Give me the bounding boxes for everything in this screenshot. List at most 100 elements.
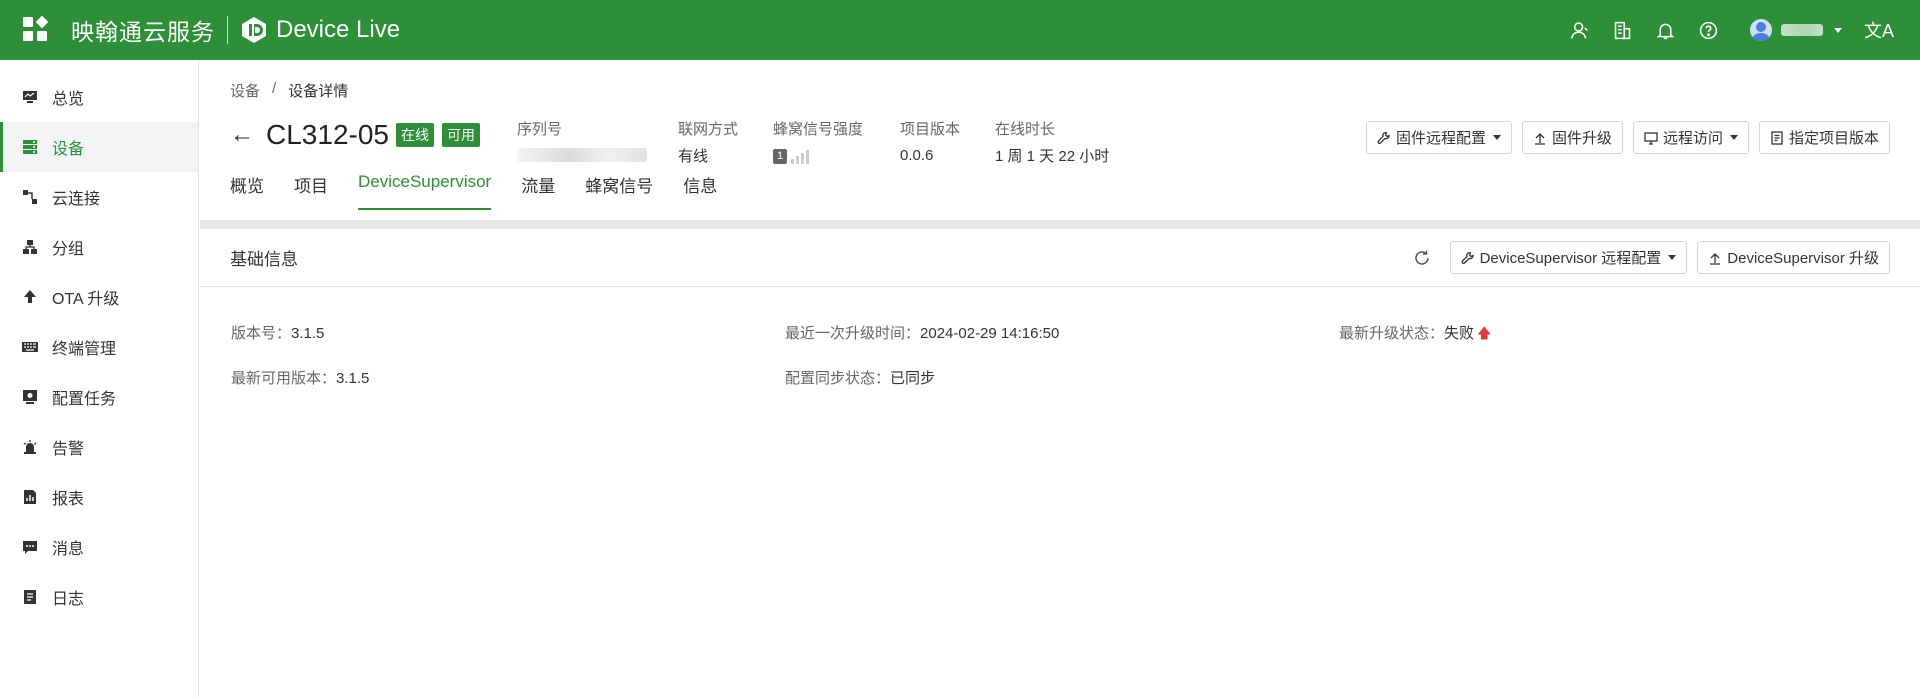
sidebar-item-label: 消息 [52,541,85,558]
sidebar-item-reports[interactable]: 报表 [0,472,198,522]
sidebar-item-groups[interactable]: 分组 [0,222,198,272]
upgrade-status-row: 最新升级状态：失败 🡅 [1339,322,1491,347]
version-row: 版本号：3.1.5 [231,322,324,343]
version-value: 3.1.5 [291,325,325,342]
sidebar-item-label: 分组 [52,241,85,258]
breadcrumb-separator: / [272,80,277,97]
project-version-label: 项目版本 [900,121,961,138]
sidebar-item-label: 总览 [52,91,85,108]
sidebar-item-logs[interactable]: 日志 [0,572,198,622]
sidebar: 总览 设备 云连接 分组 OTA 升级 终端管理 配置任务 告警 报表 消息 日… [0,60,199,697]
network-value: 有线 [678,147,709,165]
sidebar-item-label: 云连接 [52,191,101,208]
upload-icon [1533,131,1547,145]
failed-upload-icon: 🡅 [1477,325,1492,341]
upload-icon [1708,251,1722,265]
serial-number-blurred [517,148,647,162]
app-grid-icon[interactable] [23,15,49,43]
breadcrumb-current: 设备详情 [288,83,349,100]
brand-name: 映翰通云服务 [71,19,215,45]
monitor-icon [22,89,38,105]
breadcrumb: 设备 / 设备详情 [230,80,348,101]
tab-projects[interactable]: 项目 [294,172,328,210]
devicesupervisor-upgrade-button[interactable]: DeviceSupervisor 升级 [1697,241,1890,274]
device-actions: 固件远程配置 固件升级 远程访问 指定项目版本 [1365,121,1890,154]
wrench-icon [1377,131,1391,145]
project-version-field: 项目版本 0.0.6 [900,118,960,165]
breadcrumb-devices-link[interactable]: 设备 [230,80,260,101]
refresh-icon[interactable] [1412,248,1432,268]
chevron-down-icon[interactable] [1833,27,1842,33]
upgrade-status-value: 失败 [1444,325,1475,342]
assign-project-version-button[interactable]: 指定项目版本 [1758,121,1890,154]
uptime-value: 1 周 1 天 22 小时 [995,147,1110,165]
document-icon [1770,130,1784,145]
sidebar-item-devices[interactable]: 设备 [0,122,198,172]
tab-devicesupervisor[interactable]: DeviceSupervisor [358,172,492,210]
sidebar-item-label: 日志 [52,591,85,608]
device-name: CL312-05 [266,119,389,150]
network-field: 联网方式 有线 [678,118,738,165]
last-upgrade-time-row: 最近一次升级时间：2024-02-29 14:16:50 [785,322,1059,343]
signal-bars-icon: 1 [773,146,809,164]
chevron-down-icon [1668,255,1677,260]
user-account-icon[interactable] [1568,18,1592,42]
sidebar-item-label: 配置任务 [52,391,117,408]
devicesupervisor-remote-config-button[interactable]: DeviceSupervisor 远程配置 [1449,241,1688,274]
config-sync-status-label: 配置同步状态： [785,370,891,387]
tab-overview[interactable]: 概览 [230,172,264,210]
sidebar-item-terminal-management[interactable]: 终端管理 [0,322,198,372]
latest-available-version-row: 最新可用版本：3.1.5 [231,367,369,388]
avatar[interactable] [1749,19,1772,41]
project-version-value: 0.0.6 [900,146,934,164]
device-tabs: 概览 项目 DeviceSupervisor 流量 蜂窝信号 信息 [230,172,747,210]
basic-info-header: 基础信息 DeviceSupervisor 远程配置 DeviceSupervi… [200,229,1920,287]
sidebar-item-ota-upgrade[interactable]: OTA 升级 [0,272,198,322]
basic-info-title: 基础信息 [230,250,298,269]
username-blurred[interactable] [1780,24,1823,36]
uptime-field: 在线时长 1 周 1 天 22 小时 [995,118,1109,165]
tab-info[interactable]: 信息 [683,172,717,210]
latest-available-version-label: 最新可用版本： [231,370,337,387]
report-icon [22,489,38,505]
serial-number-label: 序列号 [517,121,563,138]
signal-strength-label: 蜂窝信号强度 [773,121,864,138]
cloud-connect-icon [22,189,38,205]
sidebar-item-cloud-connect[interactable]: 云连接 [0,172,198,222]
latest-available-version-value: 3.1.5 [336,370,370,387]
back-arrow-icon[interactable]: ← [230,123,254,147]
remote-access-button[interactable]: 远程访问 [1632,121,1749,154]
sidebar-item-messages[interactable]: 消息 [0,522,198,572]
sidebar-item-overview[interactable]: 总览 [0,72,198,122]
chevron-down-icon [1492,135,1501,140]
uptime-label: 在线时长 [995,121,1056,138]
sidebar-item-alarms[interactable]: 告警 [0,422,198,472]
building-icon[interactable] [1611,18,1635,42]
signal-level-value: 1 [773,149,787,164]
device-list-icon [22,139,38,155]
alarm-icon [22,439,38,455]
last-upgrade-time-label: 最近一次升级时间： [785,325,921,342]
group-icon [22,239,38,255]
tab-cellular-signal[interactable]: 蜂窝信号 [585,172,653,210]
sidebar-item-config-tasks[interactable]: 配置任务 [0,372,198,422]
top-bar: 映翰通云服务 Device Live 文A [0,0,1920,60]
product-name: Device Live [276,16,401,43]
wrench-icon [1461,251,1475,265]
help-icon[interactable] [1697,18,1721,42]
sidebar-item-label: 终端管理 [52,341,117,358]
translate-icon[interactable]: 文A [1864,17,1894,43]
online-status-badge: 在线 [395,123,434,147]
config-sync-status-value: 已同步 [890,370,936,387]
upgrade-status-label: 最新升级状态： [1339,325,1445,342]
sidebar-item-label: 设备 [52,141,85,158]
upload-arrow-icon [22,289,38,305]
tab-traffic[interactable]: 流量 [521,172,555,210]
sidebar-item-label: OTA 升级 [52,291,120,308]
firmware-upgrade-button[interactable]: 固件升级 [1521,121,1623,154]
signal-strength-field: 蜂窝信号强度 1 [773,118,863,165]
keyboard-icon [22,339,38,355]
device-title-row: ← CL312-05 在线 可用 [230,118,488,152]
bell-icon[interactable] [1654,18,1678,42]
firmware-remote-config-button[interactable]: 固件远程配置 [1365,121,1512,154]
